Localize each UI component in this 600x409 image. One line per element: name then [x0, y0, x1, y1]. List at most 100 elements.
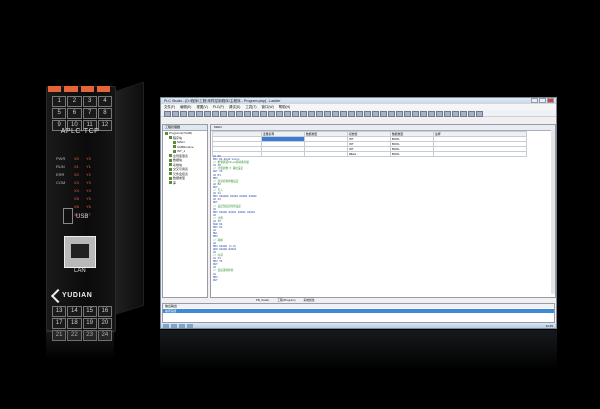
close-button[interactable] [547, 98, 554, 103]
toolbar-button-icon[interactable] [220, 111, 227, 117]
toolbar-button-icon[interactable] [196, 111, 203, 117]
toolbar-button-icon[interactable] [300, 111, 307, 117]
terminal-screw: 2 [67, 96, 82, 107]
toolbar-button-icon[interactable] [356, 111, 363, 117]
table-cell[interactable]: REAL [347, 151, 391, 157]
tree-node-icon [165, 131, 168, 135]
taskbar-app-icon[interactable] [171, 323, 177, 328]
menu-item[interactable]: 帮助(H) [279, 104, 291, 110]
tree-node-icon [173, 145, 176, 149]
menu-item[interactable]: 调试(D) [229, 104, 241, 110]
toolbar-button-icon[interactable] [268, 111, 275, 117]
toolbar-button-icon[interactable] [244, 111, 251, 117]
terminal-screw: 7 [82, 108, 97, 119]
tree-item-label: MAIN [177, 140, 185, 144]
toolbar-button-icon[interactable] [364, 111, 371, 117]
tree-item-label: SUBRoutine [177, 144, 194, 149]
project-tree-panel: 工程管理器 Program1(TCAB) 程序块 MAIN SUBRoutine INT… [162, 124, 208, 298]
tree-item-label: 数据块 [173, 158, 183, 162]
toolbar-button-icon[interactable] [452, 111, 459, 117]
toolbar-button-icon[interactable] [316, 111, 323, 117]
toolbar-button-icon[interactable] [260, 111, 267, 117]
code-line[interactable]: MOV K0000 D1001 D2001 D3001 [213, 211, 257, 214]
toolbar-button-icon[interactable] [436, 111, 443, 117]
toolbar-button-icon[interactable] [308, 111, 315, 117]
toolbar-button-icon[interactable] [252, 111, 259, 117]
input-indicator: X6 [74, 204, 79, 209]
toolbar-button-icon[interactable] [276, 111, 283, 117]
output-indicator: Y2 [86, 172, 91, 177]
editor-scrollbar[interactable] [551, 130, 555, 294]
toolbar-button-icon[interactable] [172, 111, 179, 117]
toolbar-button-icon[interactable] [404, 111, 411, 117]
toolbar-button-icon[interactable] [236, 111, 243, 117]
status-tab[interactable]: 系统属性 [303, 298, 314, 302]
window-titlebar[interactable]: PLC Studio - [D:\程序\工程\采样控制程序\主程序 - Prog… [161, 98, 556, 104]
table-cell[interactable] [261, 151, 305, 157]
toolbar-button-icon[interactable] [228, 111, 235, 117]
terminal-screw: 14 [67, 306, 82, 317]
output-highlight-line[interactable]: 编译完成 [163, 309, 554, 313]
toolbar-button-icon[interactable] [460, 111, 467, 117]
toolbar-button-icon[interactable] [348, 111, 355, 117]
toolbar-button-icon[interactable] [332, 111, 339, 117]
tree-item[interactable]: 库 [163, 181, 207, 186]
toolbar-button-icon[interactable] [292, 111, 299, 117]
toolbar-button-icon[interactable] [420, 111, 427, 117]
toolbar-button-icon[interactable] [164, 111, 171, 117]
taskbar-app-icon[interactable] [187, 323, 193, 328]
minimize-button[interactable] [531, 98, 538, 103]
toolbar-button-icon[interactable] [188, 111, 195, 117]
toolbar-button-icon[interactable] [444, 111, 451, 117]
maximize-button[interactable] [539, 98, 546, 103]
toolbar-button-icon[interactable] [468, 111, 475, 117]
program-editor[interactable]: MAIN 变量名称 数据类型 初始值 数据类型 注释 INT BOOL INT BOOL INT B… [210, 124, 556, 298]
toolbar-button-icon[interactable] [284, 111, 291, 117]
table-row[interactable]: REAL BOOL [212, 151, 527, 157]
toolbar-button-icon[interactable] [476, 111, 483, 117]
toolbar-button-icon[interactable] [428, 111, 435, 117]
status-tab[interactable]: PB_Studio [256, 298, 269, 302]
usb-label: USB [76, 214, 89, 220]
terminal-screw: 3 [82, 96, 97, 107]
tree-item-label: 库 [173, 180, 177, 185]
window-controls [531, 98, 554, 103]
tree-node-icon [169, 158, 172, 162]
tree-item-label: INT_1 [177, 149, 186, 153]
output-panel: 信息输出 编译完成 [162, 303, 555, 323]
toolbar-button-icon[interactable] [340, 111, 347, 117]
menu-item[interactable]: 窗口(W) [262, 104, 274, 110]
toolbar-button-icon[interactable] [372, 111, 379, 117]
input-indicator: X0 [74, 156, 79, 161]
tree-item-label: 交叉引用表 [173, 167, 189, 171]
output-indicator: Y4 [86, 188, 91, 193]
taskbar-app-icon[interactable] [179, 323, 185, 328]
toolbar-button-icon[interactable] [180, 111, 187, 117]
status-led-label [56, 196, 72, 201]
table-cell[interactable] [304, 151, 348, 157]
status-tab[interactable]: 工程(Program) [277, 298, 295, 302]
terminal-screw: 8 [97, 108, 112, 119]
terminal-screw: 15 [82, 306, 97, 317]
toolbar-button-icon[interactable] [388, 111, 395, 117]
menu-item[interactable]: 视图(V) [196, 104, 207, 110]
start-button[interactable] [163, 323, 169, 328]
toolbar [161, 110, 556, 117]
table-cell[interactable]: BOOL [390, 151, 434, 157]
code-line[interactable]: OUT [213, 279, 257, 282]
menu-item[interactable]: PLC(P) [213, 104, 224, 110]
toolbar-button-icon[interactable] [204, 111, 211, 117]
menu-item[interactable]: 编辑(E) [180, 104, 191, 110]
toolbar-button-icon[interactable] [396, 111, 403, 117]
menu-item[interactable]: 工具(T) [245, 104, 256, 110]
toolbar-button-icon[interactable] [212, 111, 219, 117]
output-indicator: Y3 [86, 180, 91, 185]
output-header: 信息输出 [163, 304, 554, 308]
table-cell[interactable] [433, 151, 527, 157]
menu-item[interactable]: 文件(F) [164, 104, 175, 110]
toolbar-button-icon[interactable] [324, 111, 331, 117]
toolbar-button-icon[interactable] [380, 111, 387, 117]
toolbar-button-icon[interactable] [412, 111, 419, 117]
brand-name: YUDIAN [62, 292, 93, 299]
ladder-code[interactable]: LD M0 MOV D0.Reg0.Value// 检测通道Value值转换存储 L… [213, 155, 257, 282]
